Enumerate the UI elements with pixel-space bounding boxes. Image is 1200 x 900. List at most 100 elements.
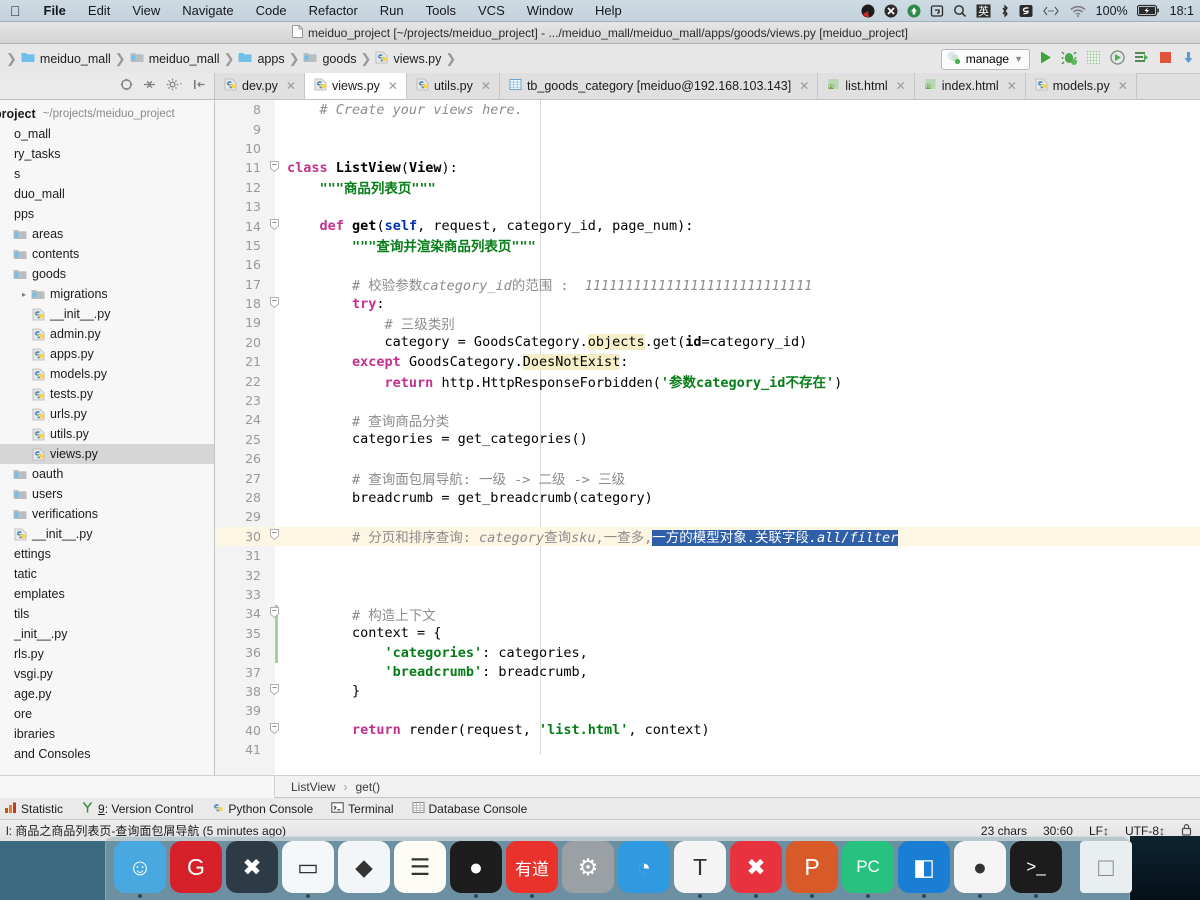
code-line[interactable]: 8 # Create your views here. [215, 100, 1200, 119]
finder-icon[interactable]: ☺ [114, 841, 166, 898]
editor-breadcrumb-item-listview[interactable]: ListView [275, 780, 335, 794]
code-fold-marker[interactable] [261, 219, 287, 233]
tree-item-vsgi-py[interactable]: vsgi.py [0, 664, 214, 684]
code-fold-marker[interactable] [261, 529, 287, 543]
menu-item-refactor[interactable]: Refactor [298, 0, 369, 22]
tree-item-ettings[interactable]: ettings [0, 544, 214, 564]
project-tool-window[interactable]: project ~/projects/meiduo_project o_mall… [0, 100, 215, 775]
menu-item-help[interactable]: Help [584, 0, 633, 22]
code-line[interactable]: 26 [215, 449, 1200, 468]
code-line[interactable]: 28 breadcrumb = get_breadcrumb(category) [215, 488, 1200, 507]
editor-breadcrumb-item-get[interactable]: get() [355, 780, 380, 794]
close-icon[interactable]: ✕ [1007, 79, 1017, 93]
notes-icon[interactable]: ☰ [394, 841, 446, 893]
menu-item-vcs[interactable]: VCS [467, 0, 516, 22]
tree-item-tatic[interactable]: tatic [0, 564, 214, 584]
code-line[interactable]: 22 return http.HttpResponseForbidden('参数… [215, 371, 1200, 392]
gitee-icon[interactable]: G [170, 841, 222, 893]
code-line[interactable]: 38 } [215, 682, 1200, 701]
menu-item-file[interactable]: File [33, 0, 77, 22]
tree-item-admin-py[interactable]: admin.py [0, 324, 214, 344]
tree-item-contents[interactable]: contents [0, 244, 214, 264]
tree-item-tests-py[interactable]: tests.py [0, 384, 214, 404]
tree-item-urls-py[interactable]: urls.py [0, 404, 214, 424]
code-lines[interactable]: 8 # Create your views here. 9 10 11 class … [215, 100, 1200, 775]
code-line[interactable]: 21 except GoodsCategory.DoesNotExist: [215, 352, 1200, 371]
code-line[interactable]: 11 class ListView(View): [215, 158, 1200, 177]
code-line[interactable]: 35 context = { [215, 624, 1200, 643]
code-fold-marker[interactable] [261, 296, 287, 311]
settings-gear-icon[interactable] [166, 78, 183, 94]
breadcrumb-item-2[interactable]: apps [238, 51, 285, 66]
tab-tb-goods-category[interactable]: tb_goods_category [meiduo@192.168.103.14… [499, 73, 819, 99]
chrome-icon[interactable]: ● [954, 841, 1006, 898]
debug-button[interactable] [1061, 49, 1078, 69]
tree-item--and-consoles[interactable]: and Consoles [0, 744, 214, 764]
code-line[interactable]: 12 """商品列表页""" [215, 178, 1200, 198]
code-line[interactable]: 32 [215, 565, 1200, 584]
code-fold-marker[interactable] [261, 723, 287, 737]
datagrip-icon[interactable]: ◧ [898, 841, 950, 898]
tree-item--init-py[interactable]: __init__.py [0, 524, 214, 544]
tree-item-apps-py[interactable]: apps.py [0, 344, 214, 364]
dash-icon[interactable]: ▭ [282, 841, 334, 898]
collapse-all-icon[interactable] [143, 78, 156, 94]
tab-models-py[interactable]: models.py ✕ [1025, 73, 1137, 99]
breadcrumb-item-3[interactable]: goods [303, 51, 357, 66]
tool-window-python-console[interactable]: Python Console [211, 801, 313, 817]
tool-window-version-control[interactable]: 9: Version Control [81, 801, 193, 817]
code-line[interactable]: 15 """查询并渲染商品列表页""" [215, 236, 1200, 256]
code-line[interactable]: 20 category = GoodsCategory.objects.get(… [215, 333, 1200, 352]
code-line[interactable]: 19 # 三级类别 [215, 313, 1200, 333]
breadcrumb-item-0[interactable]: meiduo_mall [21, 51, 111, 66]
close-icon[interactable]: ✕ [481, 79, 491, 93]
typora-icon[interactable]: T [674, 841, 726, 898]
code-line[interactable]: 39 [215, 701, 1200, 720]
close-icon[interactable]: ✕ [799, 79, 809, 93]
code-line[interactable]: 40 return render(request, 'list.html', c… [215, 721, 1200, 740]
vscode-icon[interactable]: ✖ [226, 841, 278, 893]
profile-button[interactable] [1109, 49, 1126, 69]
tree-item-age-py[interactable]: age.py [0, 684, 214, 704]
tree-item--init-py[interactable]: __init__.py [0, 304, 214, 324]
webstorm-icon[interactable] [861, 4, 875, 18]
code-fold-marker[interactable] [261, 684, 287, 698]
tree-item-rls-py[interactable]: rls.py [0, 644, 214, 664]
tree-item-verifications[interactable]: verifications [0, 504, 214, 524]
xmind-icon[interactable]: ✖ [730, 841, 782, 898]
project-tree-root[interactable]: project ~/projects/meiduo_project [0, 104, 214, 124]
code-editor[interactable]: 8 # Create your views here. 9 10 11 class … [215, 100, 1200, 775]
battery-charging-icon[interactable] [1136, 4, 1161, 17]
tree-item-s[interactable]: s [0, 164, 214, 184]
code-line[interactable]: 37 'breadcrumb': breadcrumb, [215, 662, 1200, 681]
code-line[interactable]: 23 [215, 391, 1200, 410]
iterm-icon[interactable]: >_ [1010, 841, 1062, 898]
code-line[interactable]: 18 try: [215, 294, 1200, 313]
trash-icon[interactable]: □ [1080, 841, 1132, 893]
xmind-icon[interactable] [884, 4, 898, 18]
menu-item-code[interactable]: Code [245, 0, 298, 22]
tab-dev-py[interactable]: dev.py ✕ [215, 73, 305, 99]
code-line[interactable]: 14 def get(self, request, category_id, p… [215, 216, 1200, 235]
chevron-down-icon[interactable]: ▼ [1014, 54, 1023, 64]
code-line[interactable]: 13 [215, 197, 1200, 216]
apple-menu-icon[interactable]:  [0, 3, 33, 19]
tree-item-tils[interactable]: tils [0, 604, 214, 624]
close-icon[interactable]: ✕ [1118, 79, 1128, 93]
disclosure-arrow[interactable]: ▸ [18, 290, 30, 299]
tree-item--init-py[interactable]: _init__.py [0, 624, 214, 644]
stop-button[interactable] [1157, 49, 1174, 69]
tab-utils-py[interactable]: utils.py ✕ [406, 73, 500, 99]
menu-item-run[interactable]: Run [369, 0, 415, 22]
tree-item-ore[interactable]: ore [0, 704, 214, 724]
code-line[interactable]: 30 # 分页和排序查询: category查询sku,一查多,一方的模型对象.… [215, 526, 1200, 547]
close-icon[interactable]: ✕ [286, 79, 296, 93]
tree-item-areas[interactable]: areas [0, 224, 214, 244]
tree-item-ry-tasks[interactable]: ry_tasks [0, 144, 214, 164]
coverage-button[interactable] [1085, 49, 1102, 69]
tree-item-o-mall[interactable]: o_mall [0, 124, 214, 144]
code-line[interactable]: 24 # 查询商品分类 [215, 410, 1200, 430]
code-line[interactable]: 41 [215, 740, 1200, 759]
tree-item-views-py[interactable]: views.py [0, 444, 214, 464]
code-line[interactable]: 10 [215, 139, 1200, 158]
